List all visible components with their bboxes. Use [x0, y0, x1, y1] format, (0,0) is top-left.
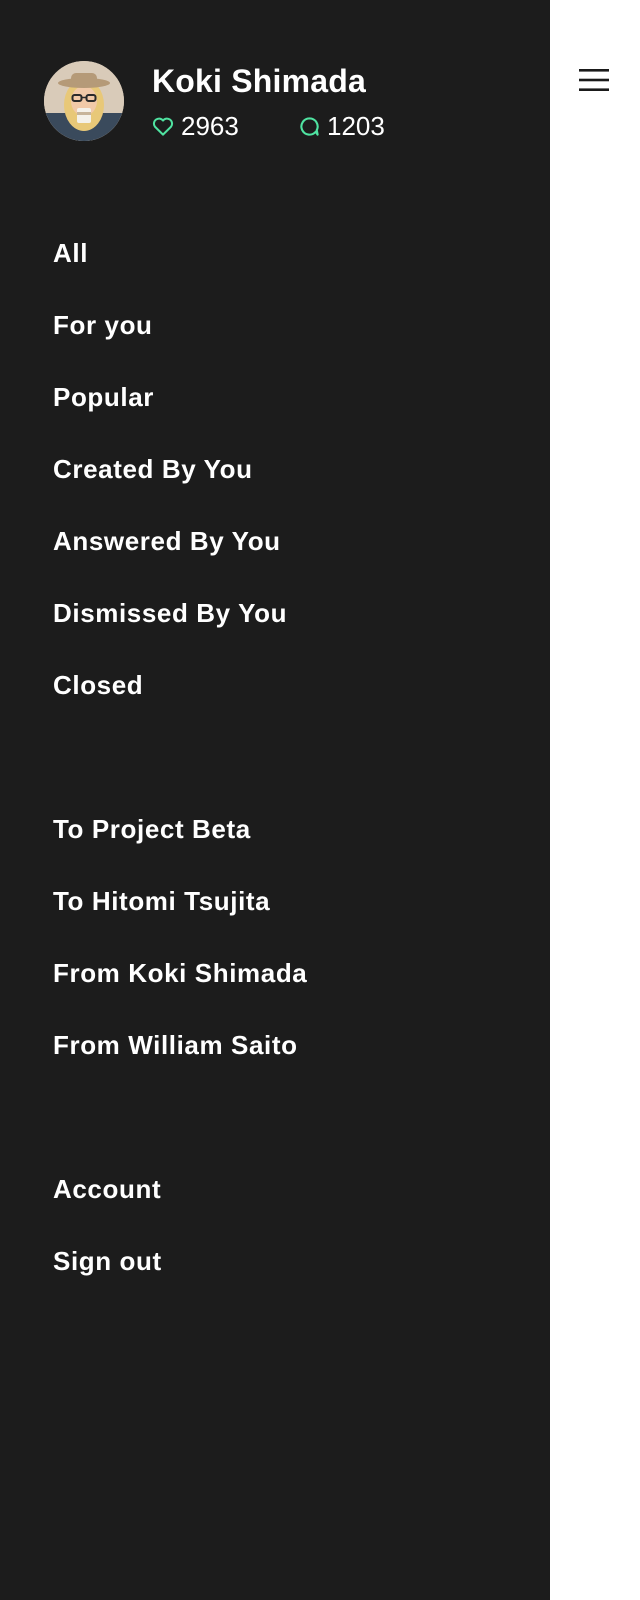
- menu-button[interactable]: [578, 64, 610, 96]
- nav-item-to-project-beta[interactable]: To Project Beta: [53, 809, 251, 849]
- nav-item-from-william-saito[interactable]: From William Saito: [53, 1025, 298, 1065]
- navigation-drawer: Koki Shimada 2963 1203 All For you Popul…: [0, 0, 550, 1600]
- nav-item-all[interactable]: All: [53, 233, 88, 273]
- nav-item-answered-by-you[interactable]: Answered By You: [53, 521, 281, 561]
- nav-item-sign-out[interactable]: Sign out: [53, 1241, 162, 1281]
- user-name: Koki Shimada: [152, 63, 367, 99]
- nav-item-created-by-you[interactable]: Created By You: [53, 449, 253, 489]
- likes-count: 2963: [152, 111, 239, 141]
- heart-icon: [152, 116, 174, 136]
- comments-value: 1203: [327, 110, 385, 141]
- nav-item-from-koki-shimada[interactable]: From Koki Shimada: [53, 953, 307, 993]
- nav-item-popular[interactable]: Popular: [53, 377, 154, 417]
- nav-item-dismissed-by-you[interactable]: Dismissed By You: [53, 593, 287, 633]
- app-screen: Koki Shimada 2963 1203 All For you Popul…: [0, 0, 640, 1600]
- nav-item-to-hitomi-tsujita[interactable]: To Hitomi Tsujita: [53, 881, 270, 921]
- likes-value: 2963: [181, 110, 239, 141]
- nav-item-for-you[interactable]: For you: [53, 305, 153, 345]
- avatar-image: [44, 61, 124, 141]
- comments-count: 1203: [299, 111, 385, 141]
- nav-item-closed[interactable]: Closed: [53, 665, 143, 705]
- speech-bubble-icon: [299, 116, 320, 137]
- nav-item-account[interactable]: Account: [53, 1169, 161, 1209]
- hamburger-menu-icon: [579, 69, 609, 91]
- profile-header: Koki Shimada 2963 1203: [44, 61, 524, 141]
- avatar[interactable]: [44, 61, 124, 141]
